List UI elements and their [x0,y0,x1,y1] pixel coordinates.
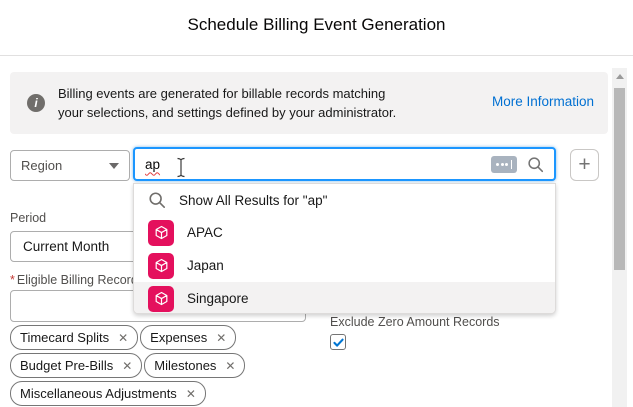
shortcut-hint-icon [491,156,517,173]
product-cube-icon [148,220,174,246]
option-label: Singapore [187,291,249,306]
remove-pill-icon[interactable]: ✕ [225,360,235,372]
search-input-value: ap [145,157,160,172]
autocomplete-dropdown: Show All Results for "ap" APAC Japan [133,183,556,314]
product-cube-icon [148,286,174,312]
scrollbar-up-arrow-icon[interactable] [616,74,624,79]
checkmark-icon [332,336,345,349]
more-information-link[interactable]: More Information [492,94,594,109]
product-cube-icon [148,253,174,279]
option-label: Japan [187,258,224,273]
banner-text: Billing events are generated for billabl… [58,84,398,122]
remove-pill-icon[interactable]: ✕ [118,332,128,344]
scrollbar-thumb[interactable] [614,88,625,270]
option-apac[interactable]: APAC [134,216,555,249]
option-singapore[interactable]: Singapore [134,282,555,314]
mouse-cursor-ibeam [176,157,186,178]
period-label: Period [10,211,46,225]
search-icon [527,156,544,173]
schedule-billing-modal: Schedule Billing Event Generation i Bill… [0,0,633,407]
remove-pill-icon[interactable]: ✕ [122,360,132,372]
dropdown-arrow-icon [109,163,119,169]
add-filter-button[interactable]: + [570,149,599,181]
info-banner: i Billing events are generated for billa… [10,72,608,134]
info-icon: i [27,94,45,112]
option-label: APAC [187,225,223,240]
show-all-results-label: Show All Results for "ap" [179,193,327,208]
field-selector-region[interactable]: Region [10,150,130,181]
exclude-zero-checkbox[interactable] [330,334,346,350]
remove-pill-icon[interactable]: ✕ [186,388,196,400]
remove-pill-icon[interactable]: ✕ [216,332,226,344]
period-value: Current Month [23,239,109,254]
pill-milestones[interactable]: Milestones ✕ [144,353,245,378]
selected-record-type-pills: Timecard Splits ✕ Expenses ✕ Budget Pre-… [10,325,324,406]
show-all-results-item[interactable]: Show All Results for "ap" [134,184,555,216]
pill-timecard-splits[interactable]: Timecard Splits ✕ [10,325,138,350]
exclude-zero-label: Exclude Zero Amount Records [330,315,500,329]
search-icon [148,191,166,209]
pill-expenses[interactable]: Expenses ✕ [140,325,236,350]
pill-budget-pre-bills[interactable]: Budget Pre-Bills ✕ [10,353,142,378]
pill-miscellaneous-adjustments[interactable]: Miscellaneous Adjustments ✕ [10,381,206,406]
page-title: Schedule Billing Event Generation [0,15,633,35]
search-input[interactable]: ap [133,147,556,181]
option-japan[interactable]: Japan [134,249,555,282]
field-selector-value: Region [21,158,109,173]
header-divider [0,55,633,56]
required-asterisk: * [10,273,15,287]
